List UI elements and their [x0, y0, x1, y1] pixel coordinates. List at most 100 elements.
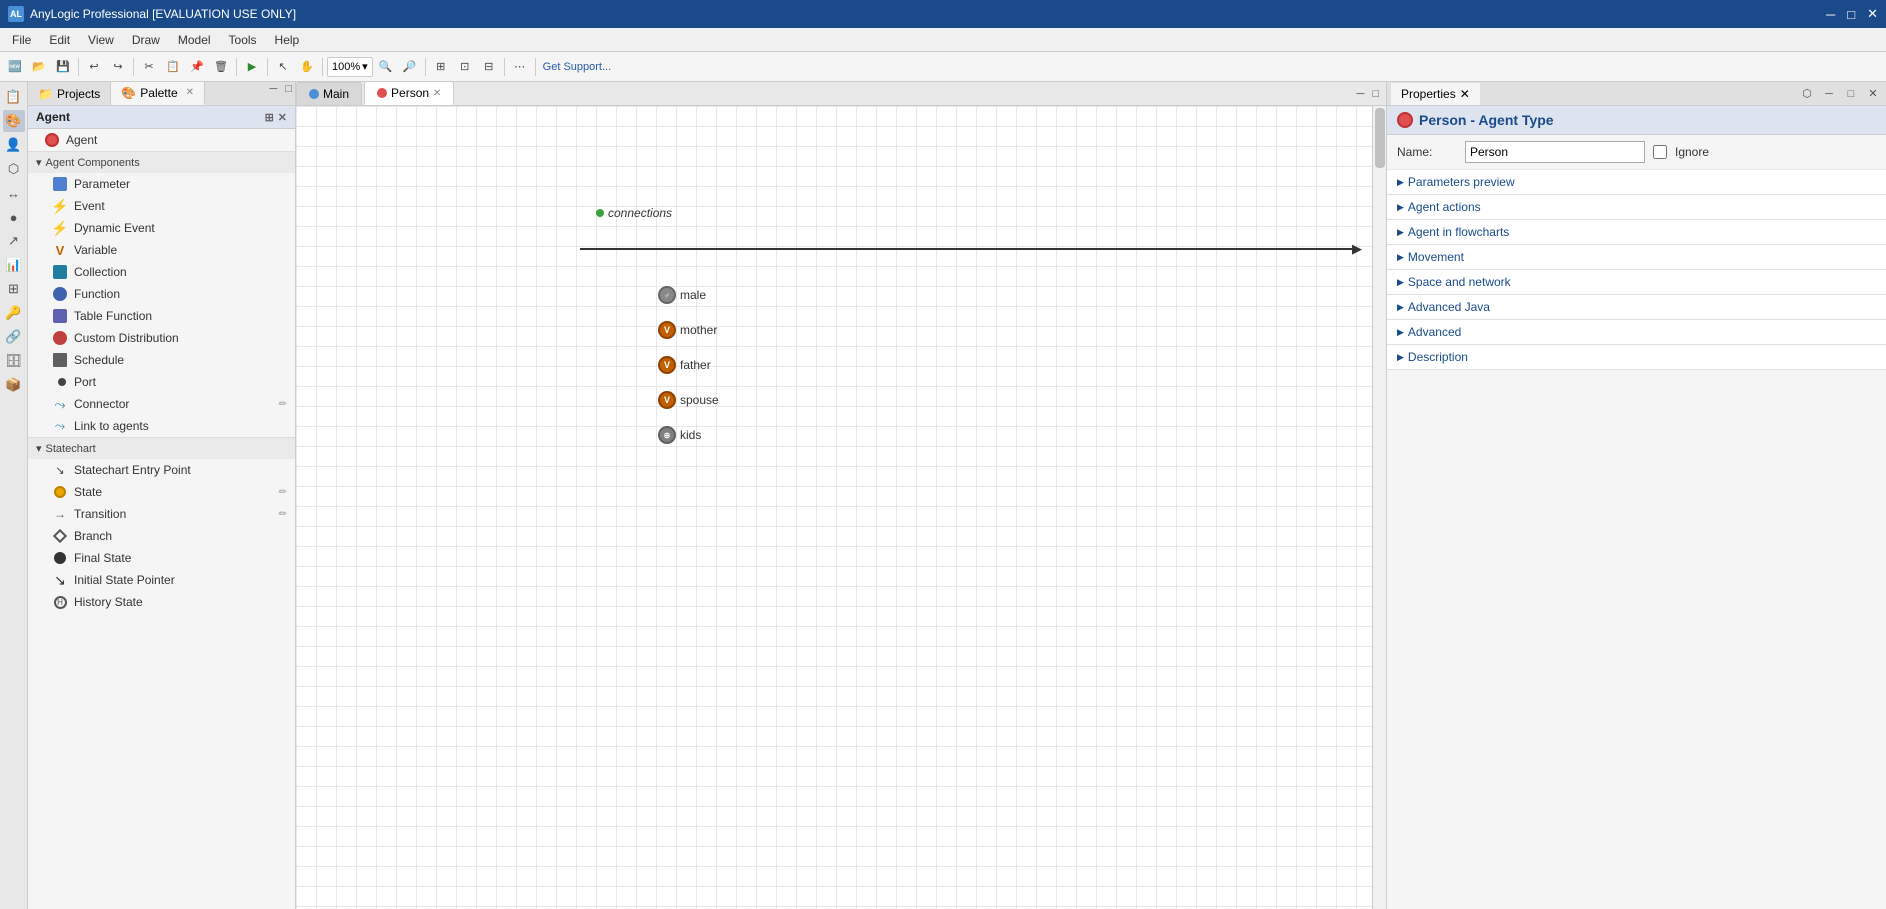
tb-save[interactable]: 💾 [52, 56, 74, 78]
tab-palette[interactable]: 🎨 Palette ✕ [111, 82, 205, 105]
palette-item-variable[interactable]: V Variable [28, 239, 295, 261]
sidebar-chart[interactable]: 📊 [3, 254, 25, 276]
tb-zoomin[interactable]: 🔍 [375, 56, 397, 78]
palette-item-tablefn[interactable]: Table Function [28, 305, 295, 327]
tb-run[interactable]: ▶ [241, 56, 263, 78]
sidebar-component[interactable]: ⬡ [3, 158, 25, 180]
sidebar-dot[interactable]: ● [3, 206, 25, 228]
menu-file[interactable]: File [4, 31, 39, 49]
sidebar-db[interactable]: 🗄 [3, 350, 25, 372]
palette-section-components[interactable]: ▾ Agent Components [28, 151, 295, 173]
canvas-scrollbar-v[interactable] [1372, 106, 1386, 909]
rp-action-maximize[interactable]: □ [1842, 85, 1860, 103]
rp-action-open[interactable]: ⬡ [1798, 85, 1816, 103]
palette-item-custdist[interactable]: Custom Distribution [28, 327, 295, 349]
tb-undo[interactable]: ↩ [83, 56, 105, 78]
prop-section-space-network[interactable]: ▶ Space and network [1387, 270, 1886, 295]
palette-item-collection[interactable]: Collection [28, 261, 295, 283]
tb-redo[interactable]: ↪ [107, 56, 129, 78]
menu-edit[interactable]: Edit [41, 31, 78, 49]
menu-help[interactable]: Help [267, 31, 308, 49]
get-support-button[interactable]: Get Support... [540, 61, 614, 73]
sidebar-palette[interactable]: 🎨 [3, 110, 25, 132]
person-tab-close[interactable]: ✕ [433, 88, 441, 99]
close-button[interactable]: ✕ [1867, 6, 1878, 22]
prop-section-description[interactable]: ▶ Description [1387, 345, 1886, 370]
canvas-connections[interactable]: connections [596, 206, 672, 220]
palette-menu-icon[interactable]: ✕ [278, 111, 287, 124]
sidebar-flow[interactable]: ↔ [3, 182, 25, 204]
palette-item-connector[interactable]: ⤳ Connector ✏ [28, 393, 295, 415]
tb-open[interactable]: 📂 [28, 56, 50, 78]
ignore-checkbox[interactable] [1653, 145, 1667, 159]
prop-section-advanced[interactable]: ▶ Advanced [1387, 320, 1886, 345]
palette-grid-icon[interactable]: ⊞ [265, 111, 274, 124]
palette-item-schedule[interactable]: Schedule [28, 349, 295, 371]
sidebar-person[interactable]: 👤 [3, 134, 25, 156]
canvas-item-kids[interactable]: ⊕ kids [658, 426, 701, 444]
canvas-scrollbar-thumb[interactable] [1375, 108, 1385, 168]
palette-section-statechart[interactable]: ▾ Statechart [28, 437, 295, 459]
tb-paste[interactable]: 📌 [186, 56, 208, 78]
minimize-button[interactable]: ─ [1826, 6, 1835, 22]
canvas-item-father[interactable]: V father [658, 356, 711, 374]
properties-tab-close[interactable]: ✕ [1460, 87, 1470, 101]
tb-delete[interactable]: 🗑 [210, 56, 232, 78]
tb-select[interactable]: ↖ [272, 56, 294, 78]
sidebar-key[interactable]: 🔑 [3, 302, 25, 324]
canvas-item-male[interactable]: ♂ male [658, 286, 706, 304]
sidebar-grid[interactable]: ⊞ [3, 278, 25, 300]
palette-item-initptr[interactable]: ↘ Initial State Pointer [28, 569, 295, 591]
canvas-tab-person[interactable]: Person ✕ [364, 81, 454, 105]
palette-item-state[interactable]: State ✏ [28, 481, 295, 503]
canvas-item-spouse[interactable]: V spouse [658, 391, 719, 409]
menu-model[interactable]: Model [170, 31, 219, 49]
sidebar-projects[interactable]: 📋 [3, 86, 25, 108]
prop-section-agent-actions[interactable]: ▶ Agent actions [1387, 195, 1886, 220]
sidebar-box[interactable]: 📦 [3, 374, 25, 396]
prop-section-movement[interactable]: ▶ Movement [1387, 245, 1886, 270]
palette-item-entry[interactable]: ↘ Statechart Entry Point [28, 459, 295, 481]
palette-tab-close[interactable]: ✕ [186, 87, 194, 98]
tb-align[interactable]: ⊟ [478, 56, 500, 78]
panel-minimize[interactable]: ─ [267, 82, 281, 105]
palette-item-link[interactable]: ⤳ Link to agents [28, 415, 295, 437]
canvas-item-mother[interactable]: V mother [658, 321, 717, 339]
palette-item-parameter[interactable]: Parameter [28, 173, 295, 195]
canvas-minimize[interactable]: ─ [1354, 87, 1368, 101]
palette-item-history[interactable]: H History State [28, 591, 295, 613]
palette-item-agent[interactable]: Agent [28, 129, 295, 151]
tb-snap[interactable]: ⊡ [454, 56, 476, 78]
name-input[interactable] [1465, 141, 1645, 163]
palette-item-port[interactable]: Port [28, 371, 295, 393]
tab-projects[interactable]: 📁 Projects [28, 82, 111, 105]
tb-new[interactable]: 🆕 [4, 56, 26, 78]
tb-cut[interactable]: ✂ [138, 56, 160, 78]
prop-section-agent-flowcharts[interactable]: ▶ Agent in flowcharts [1387, 220, 1886, 245]
rp-action-minimize[interactable]: ─ [1820, 85, 1838, 103]
panel-maximize[interactable]: □ [282, 82, 295, 105]
menu-tools[interactable]: Tools [221, 31, 265, 49]
prop-section-params-preview[interactable]: ▶ Parameters preview [1387, 170, 1886, 195]
palette-item-branch[interactable]: Branch [28, 525, 295, 547]
palette-item-transition[interactable]: → Transition ✏ [28, 503, 295, 525]
sidebar-link[interactable]: 🔗 [3, 326, 25, 348]
tb-pan[interactable]: ✋ [296, 56, 318, 78]
tb-grid[interactable]: ⊞ [430, 56, 452, 78]
properties-tab[interactable]: Properties ✕ [1391, 83, 1480, 105]
tb-more[interactable]: ⋯ [509, 56, 531, 78]
palette-item-dynevent[interactable]: ⚡ Dynamic Event [28, 217, 295, 239]
sidebar-nav[interactable]: ↗ [3, 230, 25, 252]
rp-action-close[interactable]: ✕ [1864, 85, 1882, 103]
canvas-scroll-area[interactable]: connections ▶ ♂ male V mother [296, 106, 1386, 909]
menu-view[interactable]: View [80, 31, 122, 49]
prop-section-advanced-java[interactable]: ▶ Advanced Java [1387, 295, 1886, 320]
zoom-dropdown[interactable]: 100% ▾ [327, 57, 373, 77]
menu-draw[interactable]: Draw [124, 31, 168, 49]
tb-copy[interactable]: 📋 [162, 56, 184, 78]
palette-item-finalstate[interactable]: Final State [28, 547, 295, 569]
tb-zoomout[interactable]: 🔎 [399, 56, 421, 78]
canvas-maximize[interactable]: □ [1369, 87, 1382, 101]
canvas-tab-main[interactable]: Main [296, 82, 362, 105]
palette-item-event[interactable]: ⚡ Event [28, 195, 295, 217]
